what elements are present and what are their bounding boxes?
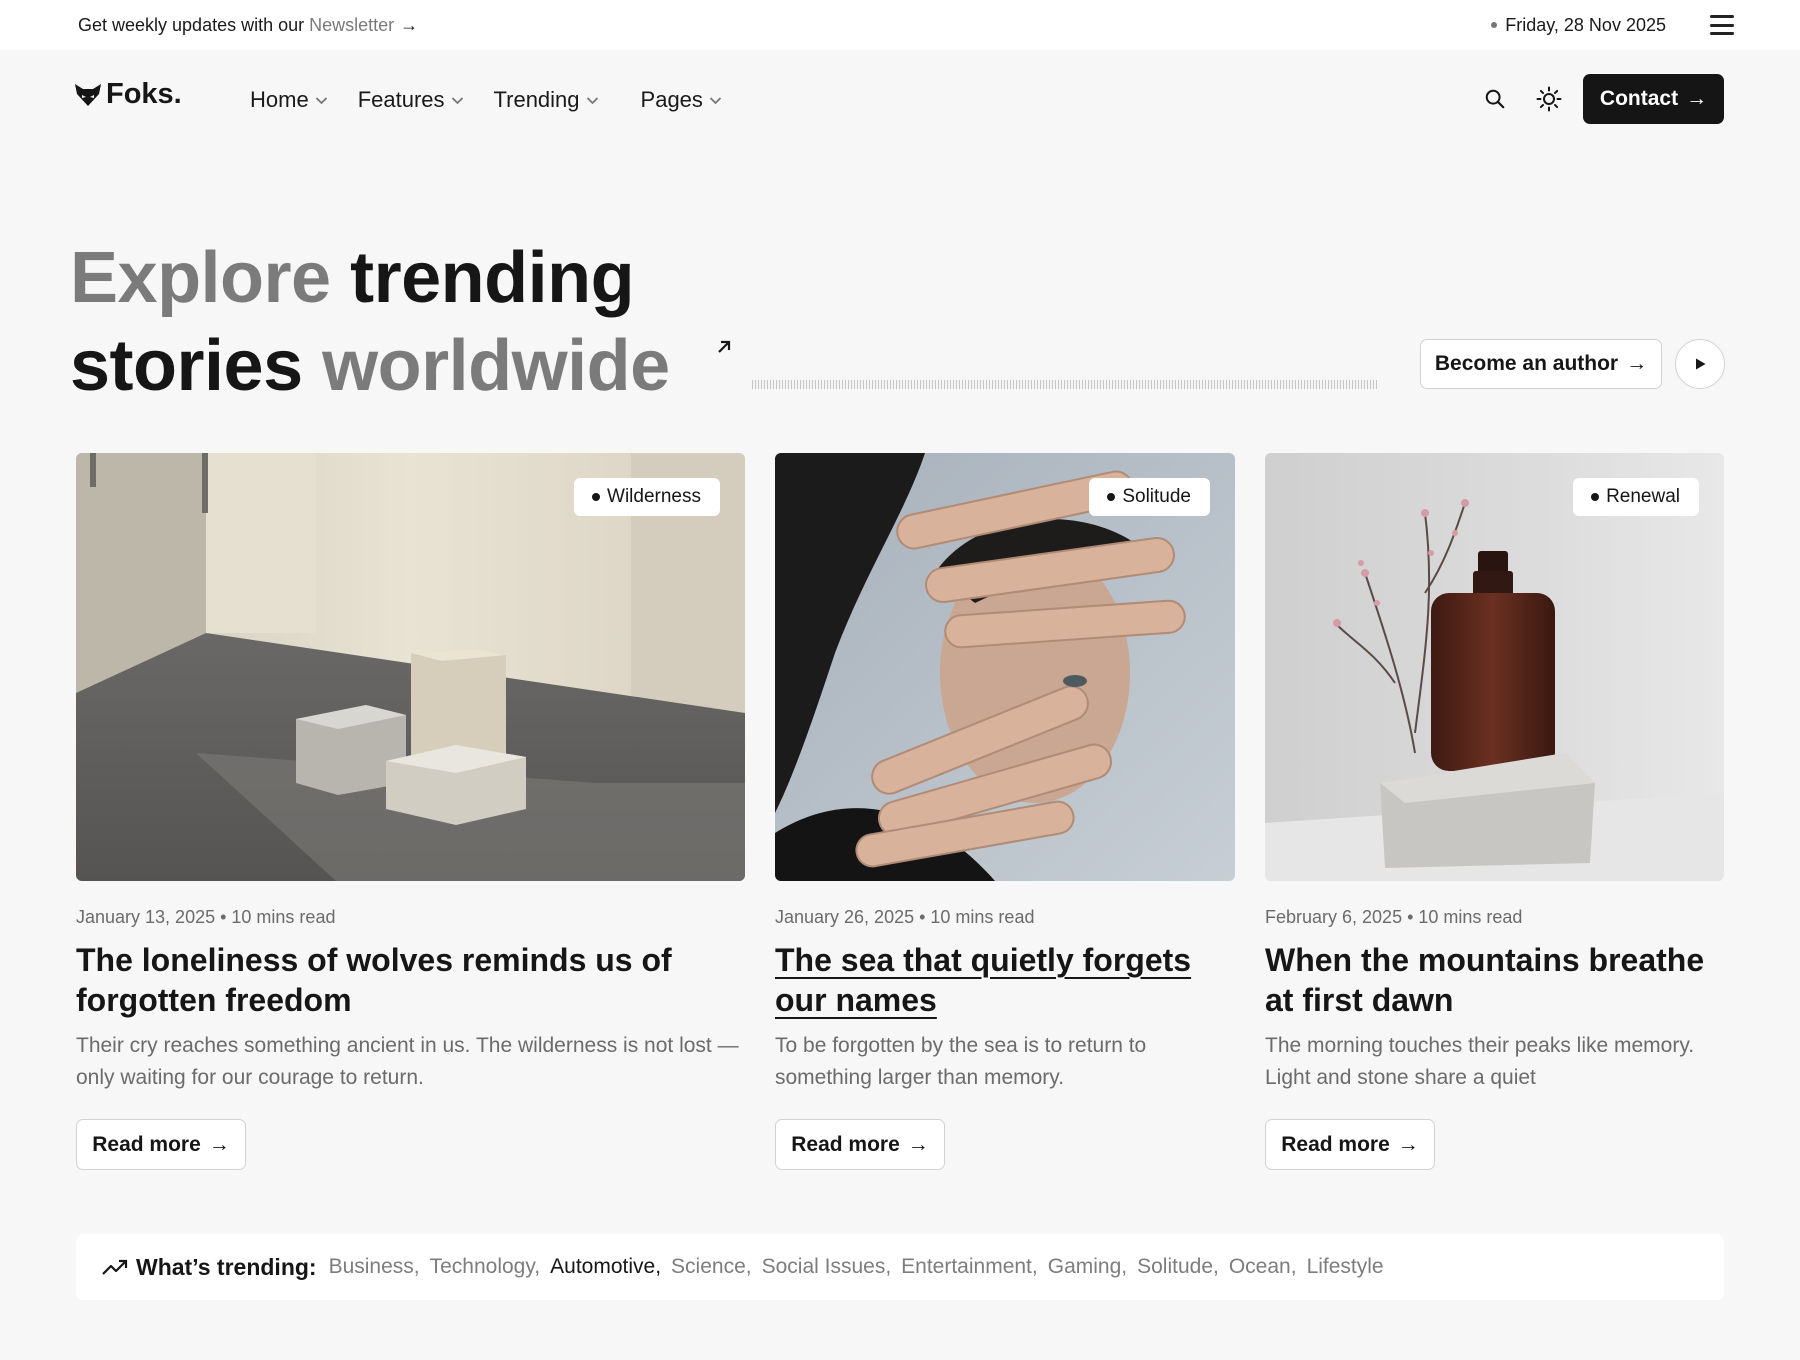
arrow-right-icon: → (1397, 1132, 1419, 1156)
logo-text: Foks. (106, 78, 182, 110)
newsletter-promo: Get weekly updates with our Newsletter → (78, 0, 418, 50)
nav-label: Trending (493, 87, 580, 112)
article-meta: January 26, 2025 • 10 mins read (775, 907, 1035, 927)
nav-label: Pages (640, 87, 703, 112)
trending-topic[interactable]: Gaming, (1048, 1255, 1127, 1279)
category-tag[interactable]: Renewal (1573, 478, 1699, 516)
trending-topic[interactable]: Solitude, (1137, 1255, 1219, 1279)
tag-label: Solitude (1122, 486, 1191, 507)
trending-topic[interactable]: Social Issues, (762, 1255, 892, 1279)
article-image-marble-blocks (76, 453, 745, 881)
chevron-down-icon (451, 96, 463, 104)
top-bar: Get weekly updates with our Newsletter →… (0, 0, 1800, 50)
contact-label: Contact (1599, 87, 1679, 110)
chevron-down-icon (709, 96, 722, 104)
author-label: Become an author (1434, 352, 1619, 375)
article-excerpt: To be forgotten by the sea is to return … (775, 1034, 1147, 1089)
article-meta: January 13, 2025 • 10 mins read (76, 907, 336, 927)
read-more-button[interactable]: Read more → (76, 1119, 246, 1170)
trending-label: What’s trending: (136, 1253, 317, 1280)
article-image[interactable]: Renewal (1265, 453, 1724, 881)
arrow-right-icon: → (1686, 87, 1708, 110)
trending-topic[interactable]: Entertainment, (901, 1255, 1038, 1279)
article-title[interactable]: The loneliness of wolves reminds us of f… (76, 940, 745, 1020)
hero-heading-line-1: Explore trending (70, 242, 635, 314)
play-button[interactable] (1675, 339, 1725, 389)
trending-topic[interactable]: Business, (329, 1255, 420, 1279)
decorative-hatch-line (752, 380, 1378, 389)
nav-item-home[interactable]: Home (250, 87, 328, 113)
article-title[interactable]: The sea that quietly forgets our names (775, 940, 1235, 1020)
nav-item-features[interactable]: Features (358, 87, 464, 113)
arrow-right-icon: → (1626, 352, 1648, 375)
sun-icon[interactable] (1536, 86, 1562, 112)
nav-item-trending[interactable]: Trending (494, 87, 599, 113)
article-card: Wilderness January 13, 2025 • 10 mins re… (76, 453, 745, 1170)
main-nav: Home Features Trending Pages (250, 80, 752, 120)
tag-label: Renewal (1606, 486, 1680, 507)
article-card: Renewal February 6, 2025 • 10 mins read … (1265, 453, 1724, 1170)
tag-dot (592, 493, 601, 501)
read-more-label: Read more (92, 1132, 201, 1156)
nav-label: Features (357, 87, 445, 112)
hero-word: Explore (70, 238, 331, 318)
newsletter-arrow-icon[interactable]: → (400, 15, 418, 36)
trending-topic[interactable]: Science, (671, 1255, 752, 1279)
hero-word: worldwide (322, 326, 670, 406)
trending-topic-active[interactable]: Automotive, (550, 1255, 661, 1279)
nav-item-pages[interactable]: Pages (641, 87, 722, 113)
hero-word: stories (70, 326, 303, 406)
promo-text: Get weekly updates with our (78, 14, 305, 35)
become-author-button[interactable]: Become an author → (1420, 339, 1662, 389)
search-icon[interactable] (1482, 86, 1508, 112)
read-more-label: Read more (1281, 1132, 1390, 1156)
chevron-down-icon (586, 96, 598, 104)
tag-dot (1107, 493, 1116, 501)
date-dot (1491, 22, 1498, 28)
read-more-label: Read more (791, 1132, 900, 1156)
article-excerpt: The morning touches their peaks like mem… (1265, 1034, 1695, 1089)
site-logo[interactable]: Foks. (74, 78, 182, 111)
date-text: Friday, 28 Nov 2025 (1505, 14, 1666, 35)
trending-bar: What’s trending: Business, Technology, A… (76, 1234, 1724, 1300)
trending-topic[interactable]: Technology, (430, 1255, 541, 1279)
article-meta: February 6, 2025 • 10 mins read (1265, 907, 1523, 927)
article-card: Solitude January 26, 2025 • 10 mins read… (775, 453, 1235, 1170)
nav-label: Home (250, 87, 309, 112)
read-more-button[interactable]: Read more → (1265, 1119, 1435, 1170)
article-image-face-hands (775, 453, 1235, 881)
newsletter-link[interactable]: Newsletter (309, 15, 394, 36)
hero-heading-line-2: stories worldwide (70, 330, 670, 402)
trending-up-icon (102, 1259, 128, 1275)
hero-word: trending (350, 238, 635, 318)
article-excerpt: Their cry reaches something ancient in u… (76, 1034, 739, 1089)
article-title[interactable]: When the mountains breathe at first dawn (1265, 940, 1724, 1020)
fox-head-icon (75, 83, 101, 106)
arrow-right-icon: → (907, 1132, 929, 1156)
site-header: Foks. Home Features Trending Pages Conta… (0, 50, 1800, 150)
arrow-right-icon: → (208, 1132, 230, 1156)
tag-label: Wilderness (607, 486, 701, 507)
tag-dot (1591, 493, 1600, 501)
category-tag[interactable]: Solitude (1089, 478, 1210, 516)
play-icon (1696, 358, 1706, 370)
contact-button[interactable]: Contact → (1583, 74, 1724, 124)
article-image[interactable]: Wilderness (76, 453, 745, 881)
read-more-button[interactable]: Read more → (775, 1119, 945, 1170)
hamburger-menu-icon[interactable] (1710, 15, 1734, 35)
arrow-up-right-icon (718, 340, 731, 353)
chevron-down-icon (315, 96, 327, 104)
category-tag[interactable]: Wilderness (574, 478, 720, 516)
article-image-perfume-bottle (1265, 453, 1724, 881)
article-image[interactable]: Solitude (775, 453, 1235, 881)
trending-topic[interactable]: Lifestyle (1307, 1255, 1384, 1279)
trending-topic[interactable]: Ocean, (1229, 1255, 1297, 1279)
current-date: Friday, 28 Nov 2025 (1491, 0, 1666, 50)
